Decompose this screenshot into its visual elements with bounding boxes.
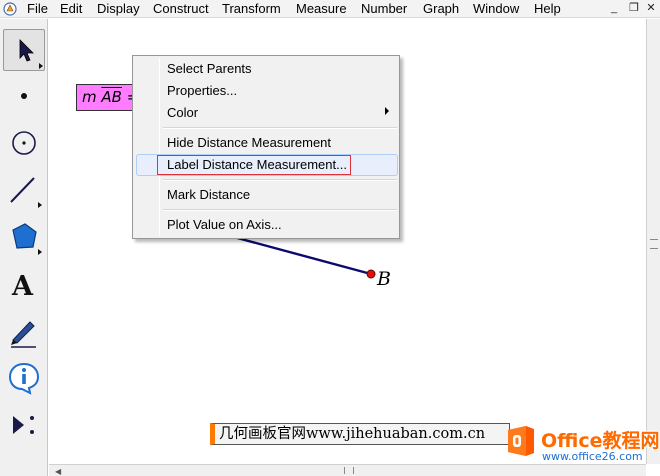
info-icon bbox=[8, 362, 40, 395]
scroll-grip-icon bbox=[650, 239, 658, 249]
svg-text:A: A bbox=[11, 271, 34, 302]
point-b[interactable] bbox=[366, 269, 376, 279]
polygon-icon bbox=[12, 223, 42, 255]
menu-help[interactable]: Help bbox=[534, 1, 561, 17]
office-logo: Office教程网 www.office26.com bbox=[500, 420, 660, 468]
menu-number[interactable]: Number bbox=[361, 1, 407, 17]
menu-item-mark-distance[interactable]: Mark Distance bbox=[167, 185, 250, 205]
menu-display[interactable]: Display bbox=[97, 1, 140, 17]
scroll-left-icon[interactable]: ◀ bbox=[55, 467, 61, 476]
information-tool[interactable] bbox=[3, 357, 45, 399]
logo-url: www.office26.com bbox=[542, 450, 643, 463]
point-b-label[interactable]: B bbox=[377, 268, 391, 290]
context-menu: Select Parents Properties... Color Hide … bbox=[132, 55, 400, 239]
menu-bar: File Edit Display Construct Transform Me… bbox=[0, 0, 660, 18]
marker-icon bbox=[11, 321, 36, 348]
sketchpad-app-icon[interactable] bbox=[3, 2, 17, 16]
scroll-grip-icon bbox=[344, 467, 354, 474]
office-logo-icon bbox=[508, 426, 534, 456]
menu-window[interactable]: Window bbox=[473, 1, 519, 17]
menu-item-select-parents[interactable]: Select Parents bbox=[167, 59, 252, 79]
menu-item-plot-value[interactable]: Plot Value on Axis... bbox=[167, 215, 282, 235]
logo-title: Office教程网 bbox=[541, 430, 660, 452]
menu-separator bbox=[163, 179, 397, 181]
distance-measurement[interactable]: m AB = bbox=[76, 84, 134, 111]
measurement-prefix: m bbox=[82, 88, 102, 106]
minimize-button[interactable]: _ bbox=[604, 0, 624, 16]
custom-tools-icon bbox=[13, 416, 34, 434]
menu-item-hide-distance[interactable]: Hide Distance Measurement bbox=[167, 133, 331, 153]
menu-item-color[interactable]: Color bbox=[167, 103, 198, 123]
marker-tool[interactable] bbox=[3, 310, 45, 352]
submenu-arrow-icon bbox=[385, 107, 389, 115]
compass-tool[interactable] bbox=[3, 122, 45, 164]
toolbox: A bbox=[0, 19, 48, 476]
segment-ab[interactable] bbox=[218, 231, 372, 276]
arrow-icon bbox=[19, 39, 43, 69]
menu-file[interactable]: File bbox=[27, 1, 48, 17]
text-a-icon: A bbox=[11, 271, 34, 302]
menu-construct[interactable]: Construct bbox=[153, 1, 209, 17]
menu-item-label-distance[interactable]: Label Distance Measurement... bbox=[167, 155, 347, 175]
segment-icon bbox=[10, 177, 42, 208]
measurement-segment: AB bbox=[101, 88, 122, 106]
menu-item-properties[interactable]: Properties... bbox=[167, 81, 237, 101]
compass-icon bbox=[12, 131, 36, 155]
menu-gutter bbox=[159, 58, 160, 236]
menu-graph[interactable]: Graph bbox=[423, 1, 459, 17]
menu-transform[interactable]: Transform bbox=[222, 1, 281, 17]
menu-measure[interactable]: Measure bbox=[296, 1, 347, 17]
menu-edit[interactable]: Edit bbox=[60, 1, 82, 17]
polygon-tool[interactable] bbox=[3, 216, 45, 258]
menu-separator bbox=[163, 127, 397, 129]
point-tool[interactable] bbox=[3, 75, 45, 117]
straightedge-tool[interactable] bbox=[3, 169, 45, 211]
close-button[interactable]: ✕ bbox=[641, 0, 660, 16]
menu-separator bbox=[163, 209, 397, 211]
text-tool[interactable]: A bbox=[3, 263, 45, 305]
watermark-caption[interactable]: 几何画板官网www.jihehuaban.com.cn bbox=[210, 423, 510, 445]
custom-tool[interactable] bbox=[3, 404, 45, 446]
arrow-tool[interactable] bbox=[3, 29, 45, 71]
vertical-scrollbar[interactable] bbox=[646, 19, 660, 464]
point-icon bbox=[21, 93, 27, 99]
